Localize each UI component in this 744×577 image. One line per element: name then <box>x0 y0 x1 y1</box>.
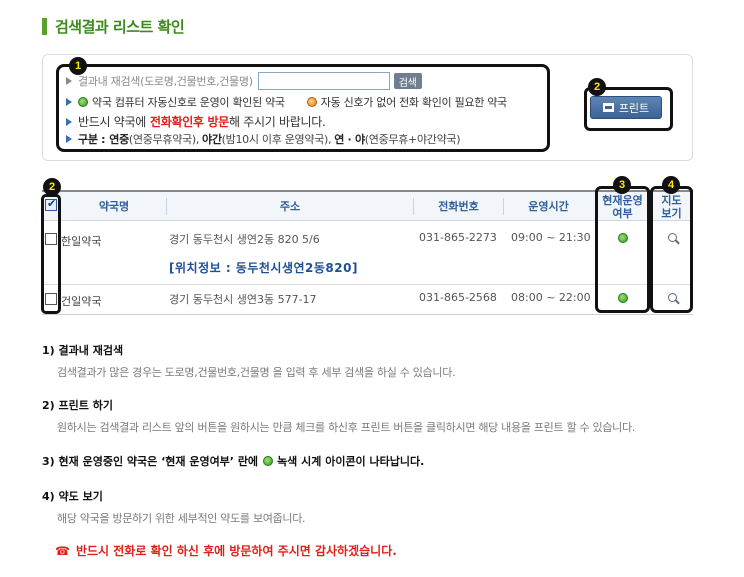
print-button-label: 프린트 <box>618 101 650 115</box>
header-phone: 전화번호 <box>438 200 479 213</box>
notice-row: 반드시 약국에 전화확인후 방문 해 주시기 바랍니다. <box>66 113 326 130</box>
location-info-link[interactable]: [위치정보 : 동두천시생연2동820] <box>169 259 358 276</box>
header-address: 주소 <box>279 200 301 213</box>
printer-icon <box>602 103 614 112</box>
bullet-icon <box>66 135 72 143</box>
note-2-desc: 원하시는 검색결과 리스트 앞의 버튼을 원하시는 만큼 체크를 하신후 프린트… <box>57 421 635 434</box>
green-clock-icon <box>263 456 274 466</box>
callout-box-4 <box>650 186 693 313</box>
callout-box-3 <box>595 186 650 313</box>
title-mark <box>42 17 47 35</box>
callout-box-checkboxes <box>41 194 61 314</box>
bullet-icon <box>66 117 72 126</box>
legend-orange-text: 자동 신호가 없어 전화 확인이 필요한 약국 <box>320 96 507 109</box>
legend-green-text: 약국 컴퓨터 자동신호로 운영이 확인된 약국 <box>92 96 285 109</box>
pharmacy-phone: 031-865-2568 <box>419 291 497 304</box>
types-row: 구분 : 연중 (연중무휴약국), 야간 (밤10시 이후 운영약국), 연 ·… <box>66 131 461 147</box>
legend-row: 약국 컴퓨터 자동신호로 운영이 확인된 약국 자동 신호가 없어 전화 확인이… <box>66 94 507 110</box>
orange-clock-icon <box>306 97 317 107</box>
note-3: 3) 현재 운영중인 약국은 ‘현재 운영여부’ 란에 녹색 시계 아이콘이 나… <box>42 453 424 469</box>
callout-badge-3: 3 <box>613 176 631 194</box>
page-title: 검색결과 리스트 확인 <box>42 16 185 36</box>
note-4-title: 4) 약도 보기 <box>42 490 103 503</box>
type-both-desc: (연중무휴+야간약국) <box>364 133 461 146</box>
print-button[interactable]: 프린트 <box>590 96 662 119</box>
search-label: 결과내 재검색(도로명,건물번호,건물명) <box>78 75 253 88</box>
pharmacy-phone: 031-865-2273 <box>419 231 497 244</box>
callout-badge-2: 2 <box>588 78 606 96</box>
table-bottom-border <box>42 314 693 315</box>
note-1-title: 1) 결과내 재검색 <box>42 344 124 357</box>
final-notice: ☎ 반드시 전화로 확인 하신 후에 방문하여 주시면 감사하겠습니다. <box>55 542 397 559</box>
search-row: 결과내 재검색(도로명,건물번호,건물명) 검색 <box>66 72 422 90</box>
pharmacy-hours: 08:00 ~ 22:00 <box>511 291 591 304</box>
bullet-icon <box>66 98 72 106</box>
pharmacy-name: 건일약국 <box>61 295 102 308</box>
pharmacy-address: 경기 동두천시 생연3동 577-17 <box>169 293 317 306</box>
type-yeonjung: 연중 <box>109 133 129 146</box>
notice-text-red: 전화확인후 방문 <box>149 115 230 129</box>
phone-icon: ☎ <box>55 543 70 558</box>
search-button[interactable]: 검색 <box>393 73 422 89</box>
final-notice-text: 반드시 전화로 확인 하신 후에 방문하여 주시면 감사하겠습니다. <box>75 544 397 558</box>
bullet-icon <box>66 77 72 85</box>
notice-text-post: 해 주시기 바랍니다. <box>229 115 326 129</box>
note-4-desc: 해당 약국을 방문하기 위한 세부적인 약도를 보여줍니다. <box>57 512 306 525</box>
pharmacy-hours: 09:00 ~ 21:30 <box>511 231 591 244</box>
type-yagan-desc: (밤10시 이후 운영약국), <box>221 133 332 146</box>
type-yeonjung-desc: (연중무휴약국), <box>128 133 200 146</box>
header-hours: 운영시간 <box>528 200 569 213</box>
note-3-text-pre: 3) 현재 운영중인 약국은 ‘현재 운영여부’ 란에 <box>42 455 259 468</box>
callout-badge-checkboxes: 2 <box>43 178 61 196</box>
page-title-text: 검색결과 리스트 확인 <box>55 17 185 36</box>
note-1-desc: 검색결과가 많은 경우는 도로명,건물번호,건물명 을 입력 후 세부 검색을 … <box>57 366 456 379</box>
header-name: 약국명 <box>98 200 130 213</box>
type-yagan: 야간 <box>202 133 222 146</box>
search-input[interactable] <box>257 72 390 90</box>
note-2-title: 2) 프린트 하기 <box>42 399 113 412</box>
green-clock-icon <box>78 97 88 107</box>
types-label: 구분 : <box>78 133 106 146</box>
type-both: 연 · 야 <box>334 133 365 146</box>
notice-text-pre: 반드시 약국에 <box>78 115 146 129</box>
pharmacy-name: 한일약국 <box>61 235 102 248</box>
pharmacy-address: 경기 동두천시 생연2동 820 5/6 <box>169 233 320 246</box>
note-3-text-post: 녹색 시계 아이콘이 나타납니다. <box>277 455 425 468</box>
callout-badge-4: 4 <box>662 176 680 194</box>
